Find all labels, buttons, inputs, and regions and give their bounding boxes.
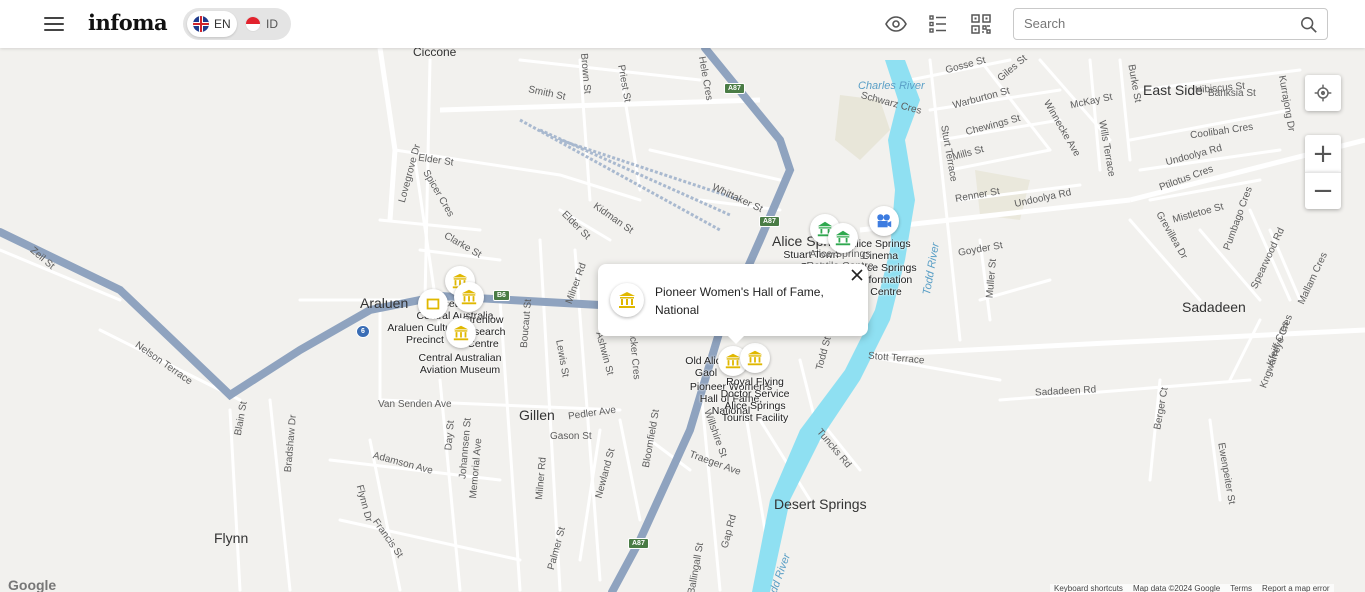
map-canvas[interactable]: Ciccone Araluen Gillen Flynn Desert Spri…: [0, 48, 1365, 592]
language-switcher: EN ID: [183, 8, 291, 40]
crosshair-icon: [1314, 84, 1332, 102]
museum-icon: [747, 350, 763, 366]
cinema-icon: [877, 214, 892, 228]
map-marker-museum[interactable]: [446, 318, 476, 348]
popup-museum-icon: [610, 283, 644, 317]
highway-shield: A87: [759, 216, 780, 227]
highway-shield: 6: [356, 325, 370, 338]
plus-icon: +: [1312, 138, 1334, 169]
indonesia-flag-icon: [245, 16, 261, 32]
gallery-icon: [426, 298, 440, 310]
map-popup: Pioneer Women's Hall of Fame, National: [598, 264, 868, 344]
google-logo: Google: [8, 577, 57, 592]
language-option-id[interactable]: ID: [239, 11, 289, 37]
uk-flag-icon: [193, 16, 209, 32]
map-data-text: Map data ©2024 Google: [1132, 584, 1221, 592]
map-marker-gallery[interactable]: [418, 289, 448, 319]
map-marker-museum[interactable]: [454, 282, 484, 312]
hamburger-menu-icon[interactable]: [44, 14, 64, 34]
zoom-out-button[interactable]: −: [1305, 172, 1341, 209]
highway-shield: B6: [493, 290, 510, 301]
app-logo[interactable]: infoma: [88, 10, 168, 35]
highway-shield: A87: [628, 538, 649, 549]
eye-icon[interactable]: [884, 12, 908, 36]
list-icon[interactable]: [926, 12, 950, 36]
map-marker-cinema[interactable]: [869, 206, 899, 236]
popup-title[interactable]: Pioneer Women's Hall of Fame, National: [655, 283, 835, 319]
my-location-button[interactable]: [1305, 75, 1341, 111]
language-code-id: ID: [266, 17, 278, 31]
map-attribution: Keyboard shortcuts Map data ©2024 Google…: [1050, 584, 1334, 592]
terms-link[interactable]: Terms: [1230, 584, 1252, 592]
museum-icon: [453, 325, 469, 341]
top-bar: infoma EN ID: [0, 0, 1365, 48]
language-option-en[interactable]: EN: [187, 11, 237, 37]
map-marker-museum[interactable]: [740, 343, 770, 373]
language-code-en: EN: [214, 17, 231, 31]
map-marker-park[interactable]: [828, 223, 858, 253]
minus-icon: −: [1312, 176, 1334, 206]
highway-shield: A87: [724, 83, 745, 94]
search-input[interactable]: [1024, 16, 1294, 31]
park-icon: [835, 230, 851, 246]
museum-icon: [461, 289, 477, 305]
search-icon[interactable]: [1300, 16, 1318, 34]
zoom-in-button[interactable]: +: [1305, 135, 1341, 172]
qr-code-icon[interactable]: [969, 12, 993, 36]
close-icon[interactable]: [850, 268, 864, 282]
keyboard-shortcuts-link[interactable]: Keyboard shortcuts: [1054, 584, 1123, 592]
search-field: [1013, 8, 1328, 40]
report-error-link[interactable]: Report a map error: [1262, 584, 1330, 592]
